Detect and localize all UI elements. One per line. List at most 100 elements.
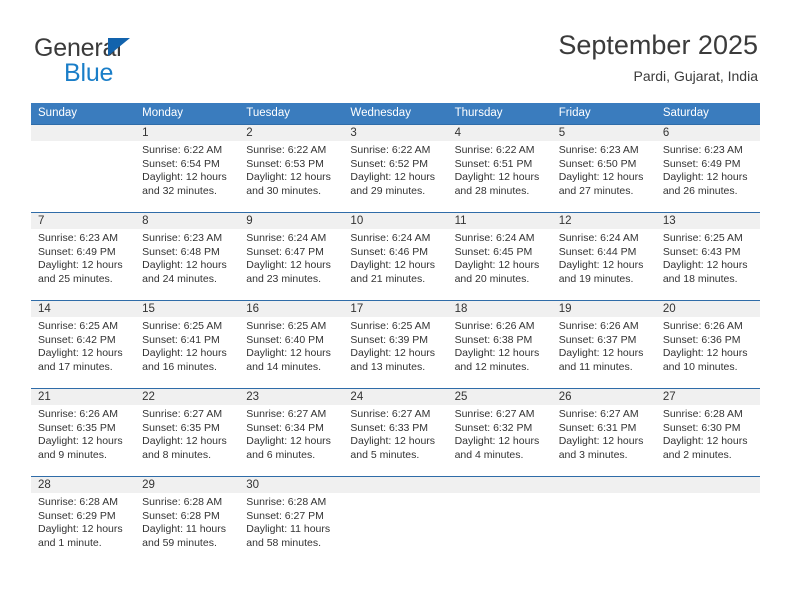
sunrise-text: Sunrise: 6:25 AM: [662, 232, 743, 244]
day-number: 24: [343, 389, 448, 405]
weekday-header-monday: Monday: [142, 107, 184, 119]
sunset-text: Sunset: 6:51 PM: [454, 157, 533, 170]
daylight-text-line1: Daylight: 12 hours: [246, 435, 331, 448]
sunrise-text: Sunrise: 6:27 AM: [246, 408, 327, 420]
daylight-text-line2: and 17 minutes.: [38, 360, 113, 373]
day-cell[interactable]: 26 Sunrise: 6:27 AM Sunset: 6:31 PM Dayl…: [551, 389, 656, 476]
day-number: 10: [343, 213, 448, 229]
day-cell[interactable]: 27 Sunrise: 6:28 AM Sunset: 6:30 PM Dayl…: [655, 389, 760, 476]
day-details: Sunrise: 6:28 AM Sunset: 6:29 PM Dayligh…: [31, 493, 135, 550]
day-details: Sunrise: 6:23 AM Sunset: 6:48 PM Dayligh…: [135, 229, 239, 286]
daylight-text-line1: Daylight: 12 hours: [662, 171, 748, 184]
brand-logo[interactable]: General Blue: [34, 34, 184, 92]
triangle-icon: [108, 38, 130, 56]
day-details: Sunrise: 6:23 AM Sunset: 6:49 PM Dayligh…: [656, 141, 760, 198]
day-number: [447, 477, 552, 493]
day-details: Sunrise: 6:24 AM Sunset: 6:45 PM Dayligh…: [448, 229, 552, 286]
day-details: Sunrise: 6:25 AM Sunset: 6:40 PM Dayligh…: [239, 317, 343, 374]
sunset-text: Sunset: 6:43 PM: [662, 245, 741, 258]
sunset-text: Sunset: 6:54 PM: [142, 157, 220, 170]
day-cell[interactable]: 9 Sunrise: 6:24 AM Sunset: 6:47 PM Dayli…: [239, 213, 344, 300]
day-cell[interactable]: 18 Sunrise: 6:26 AM Sunset: 6:38 PM Dayl…: [447, 301, 552, 388]
day-cell[interactable]: 15 Sunrise: 6:25 AM Sunset: 6:41 PM Dayl…: [135, 301, 240, 388]
day-cell[interactable]: 11 Sunrise: 6:24 AM Sunset: 6:45 PM Dayl…: [447, 213, 552, 300]
day-details: Sunrise: 6:28 AM Sunset: 6:28 PM Dayligh…: [135, 493, 239, 550]
daylight-text-line2: and 3 minutes.: [558, 448, 628, 461]
page-subtitle: Pardi, Gujarat, India: [633, 68, 758, 84]
sunset-text: Sunset: 6:30 PM: [662, 421, 741, 434]
day-details: Sunrise: 6:27 AM Sunset: 6:33 PM Dayligh…: [343, 405, 447, 462]
calendar-page: General Blue September 2025 Pardi, Gujar…: [0, 0, 792, 612]
day-cell[interactable]: 12 Sunrise: 6:24 AM Sunset: 6:44 PM Dayl…: [551, 213, 656, 300]
day-number: 23: [239, 389, 344, 405]
daylight-text-line2: and 12 minutes.: [454, 360, 530, 373]
brand-name-blue: Blue: [64, 59, 114, 87]
day-number: 18: [447, 301, 552, 317]
day-cell[interactable]: 23 Sunrise: 6:27 AM Sunset: 6:34 PM Dayl…: [239, 389, 344, 476]
day-cell[interactable]: 6 Sunrise: 6:23 AM Sunset: 6:49 PM Dayli…: [655, 125, 760, 212]
day-cell[interactable]: 19 Sunrise: 6:26 AM Sunset: 6:37 PM Dayl…: [551, 301, 656, 388]
sunrise-text: Sunrise: 6:22 AM: [454, 144, 535, 156]
day-cell[interactable]: [551, 477, 656, 564]
day-cell[interactable]: 7 Sunrise: 6:23 AM Sunset: 6:49 PM Dayli…: [31, 213, 136, 300]
daylight-text-line1: Daylight: 12 hours: [454, 171, 540, 184]
day-cell[interactable]: [447, 477, 552, 564]
day-number: 29: [135, 477, 240, 493]
sunrise-text: Sunrise: 6:22 AM: [142, 144, 223, 156]
daylight-text-line1: Daylight: 12 hours: [246, 171, 331, 184]
day-cell[interactable]: 4 Sunrise: 6:22 AM Sunset: 6:51 PM Dayli…: [447, 125, 552, 212]
day-details: Sunrise: 6:24 AM Sunset: 6:46 PM Dayligh…: [343, 229, 447, 286]
day-cell[interactable]: 28 Sunrise: 6:28 AM Sunset: 6:29 PM Dayl…: [31, 477, 136, 564]
weekday-header-row: Sunday Monday Tuesday Wednesday Thursday…: [31, 103, 760, 124]
sunset-text: Sunset: 6:52 PM: [350, 157, 429, 170]
day-cell[interactable]: 8 Sunrise: 6:23 AM Sunset: 6:48 PM Dayli…: [135, 213, 240, 300]
day-cell[interactable]: 29 Sunrise: 6:28 AM Sunset: 6:28 PM Dayl…: [135, 477, 240, 564]
daylight-text-line2: and 29 minutes.: [350, 184, 426, 197]
sunrise-text: Sunrise: 6:28 AM: [662, 408, 743, 420]
day-details: Sunrise: 6:22 AM Sunset: 6:52 PM Dayligh…: [343, 141, 447, 198]
daylight-text-line2: and 18 minutes.: [662, 272, 738, 285]
daylight-text-line2: and 14 minutes.: [246, 360, 321, 373]
daylight-text-line2: and 26 minutes.: [662, 184, 738, 197]
day-cell[interactable]: 2 Sunrise: 6:22 AM Sunset: 6:53 PM Dayli…: [239, 125, 344, 212]
day-cell[interactable]: 10 Sunrise: 6:24 AM Sunset: 6:46 PM Dayl…: [343, 213, 448, 300]
day-cell[interactable]: [655, 477, 760, 564]
day-details: Sunrise: 6:26 AM Sunset: 6:36 PM Dayligh…: [656, 317, 760, 374]
daylight-text-line1: Daylight: 12 hours: [38, 435, 123, 448]
day-cell[interactable]: 21 Sunrise: 6:26 AM Sunset: 6:35 PM Dayl…: [31, 389, 136, 476]
daylight-text-line1: Daylight: 12 hours: [142, 347, 227, 360]
day-cell[interactable]: 1 Sunrise: 6:22 AM Sunset: 6:54 PM Dayli…: [135, 125, 240, 212]
day-cell[interactable]: 3 Sunrise: 6:22 AM Sunset: 6:52 PM Dayli…: [343, 125, 448, 212]
day-details: [552, 493, 656, 496]
sunset-text: Sunset: 6:40 PM: [246, 333, 324, 346]
day-number: 30: [239, 477, 344, 493]
day-cell[interactable]: 24 Sunrise: 6:27 AM Sunset: 6:33 PM Dayl…: [343, 389, 448, 476]
day-number: 14: [31, 301, 136, 317]
sunrise-text: Sunrise: 6:23 AM: [662, 144, 743, 156]
day-cell[interactable]: [343, 477, 448, 564]
sunset-text: Sunset: 6:36 PM: [662, 333, 741, 346]
day-cell[interactable]: 17 Sunrise: 6:25 AM Sunset: 6:39 PM Dayl…: [343, 301, 448, 388]
day-cell[interactable]: [31, 125, 136, 212]
day-number: 6: [655, 125, 760, 141]
day-cell[interactable]: 30 Sunrise: 6:28 AM Sunset: 6:27 PM Dayl…: [239, 477, 344, 564]
day-number: 13: [655, 213, 760, 229]
day-cell[interactable]: 5 Sunrise: 6:23 AM Sunset: 6:50 PM Dayli…: [551, 125, 656, 212]
sunrise-text: Sunrise: 6:24 AM: [454, 232, 535, 244]
day-cell[interactable]: 22 Sunrise: 6:27 AM Sunset: 6:35 PM Dayl…: [135, 389, 240, 476]
day-cell[interactable]: 16 Sunrise: 6:25 AM Sunset: 6:40 PM Dayl…: [239, 301, 344, 388]
day-number: 21: [31, 389, 136, 405]
day-cell[interactable]: 25 Sunrise: 6:27 AM Sunset: 6:32 PM Dayl…: [447, 389, 552, 476]
day-details: [31, 141, 135, 144]
week-row: 28 Sunrise: 6:28 AM Sunset: 6:29 PM Dayl…: [31, 476, 760, 564]
sunrise-text: Sunrise: 6:27 AM: [454, 408, 535, 420]
daylight-text-line1: Daylight: 12 hours: [38, 259, 123, 272]
sunrise-text: Sunrise: 6:26 AM: [558, 320, 639, 332]
day-cell[interactable]: 14 Sunrise: 6:25 AM Sunset: 6:42 PM Dayl…: [31, 301, 136, 388]
sunset-text: Sunset: 6:33 PM: [350, 421, 429, 434]
day-details: Sunrise: 6:27 AM Sunset: 6:32 PM Dayligh…: [448, 405, 552, 462]
sunset-text: Sunset: 6:28 PM: [142, 509, 220, 522]
day-cell[interactable]: 13 Sunrise: 6:25 AM Sunset: 6:43 PM Dayl…: [655, 213, 760, 300]
day-cell[interactable]: 20 Sunrise: 6:26 AM Sunset: 6:36 PM Dayl…: [655, 301, 760, 388]
sunset-text: Sunset: 6:35 PM: [38, 421, 116, 434]
